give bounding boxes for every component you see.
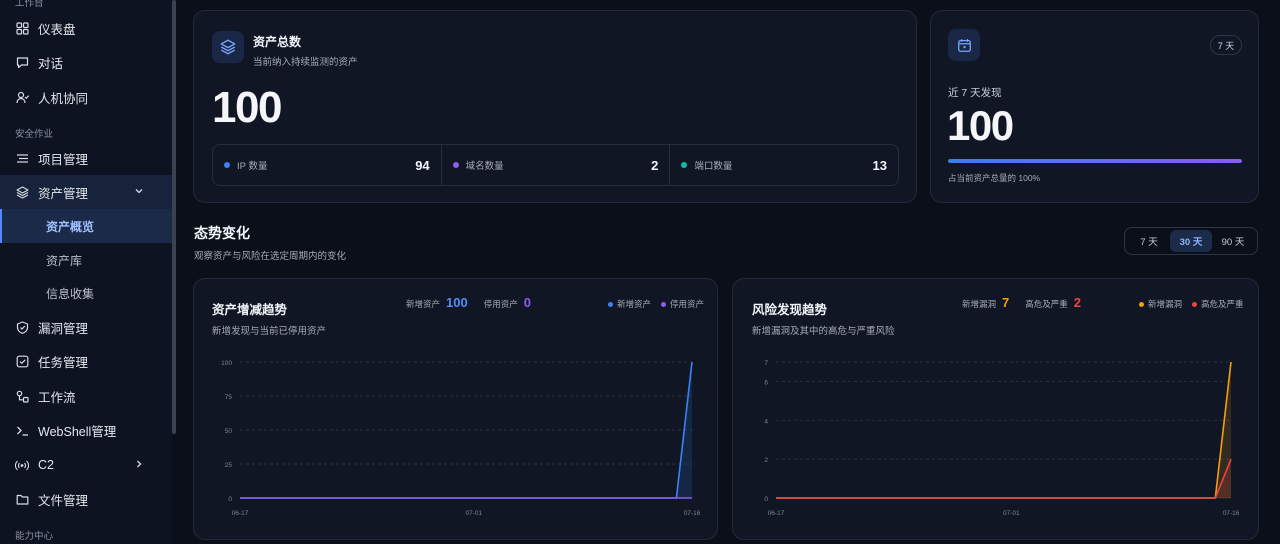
asset-trend-card: 资产增减趋势 新增发现与当前已停用资产 新增资产 100 停用资产 0 新增资产…: [193, 278, 718, 540]
y-tick-label: 0: [764, 496, 768, 503]
y-tick-label: 4: [764, 418, 768, 425]
y-tick-label: 75: [225, 394, 233, 401]
metric-value: 13: [872, 157, 888, 173]
x-tick-label: 06-17: [232, 510, 249, 517]
sidebar-item-label: 人机协同: [38, 91, 89, 106]
metric-dot: [452, 162, 459, 168]
range-7-days-button[interactable]: 7 天: [1128, 230, 1170, 252]
sidebar-item-workflow[interactable]: 工作流: [0, 379, 172, 413]
sidebar-item-label: 资产管理: [38, 186, 89, 201]
sidebar-item-webshell[interactable]: WebShell管理: [0, 413, 172, 447]
asset-trend-chart: 0 25 50 75 100 06-17 07-01 07-16: [221, 360, 701, 517]
series-area: [776, 362, 1231, 498]
sidebar-section-security: 安全作业: [15, 129, 54, 140]
x-tick-label: 06-17: [768, 510, 785, 517]
chat-bubble-icon: [15, 55, 29, 69]
recent-label: 近 7 天发现: [948, 87, 1002, 99]
folder-icon: [15, 492, 29, 506]
series-line: [776, 361, 1232, 499]
sidebar-item-assets[interactable]: 资产管理: [0, 175, 172, 209]
range-30-days-button[interactable]: 30 天: [1170, 230, 1212, 252]
sidebar-item-chat[interactable]: 对话: [0, 45, 172, 79]
period-badge: 7 天: [1210, 35, 1242, 55]
y-tick-label: 50: [225, 428, 233, 435]
recent-assets-card: 7 天 近 7 天发现 100 占当前资产总量的 100%: [930, 10, 1259, 203]
sidebar-subitem-asset-overview[interactable]: 资产概览: [0, 209, 172, 243]
sidebar-section-capability: 能力中心: [15, 531, 54, 542]
metric-value: 2: [651, 157, 659, 173]
total-assets-card: 资产总数 当前纳入持续监测的资产 100 IP 数量 94 域名数量 2 端口数…: [193, 10, 917, 203]
trend-section-subtitle: 观察资产与风险在选定周期内的变化: [194, 251, 347, 262]
sidebar-item-c2[interactable]: C2: [0, 448, 172, 482]
x-tick-label: 07-16: [684, 510, 701, 517]
y-tick-label: 100: [221, 360, 232, 367]
x-tick-label: 07-01: [1003, 510, 1020, 517]
dashboard-grid-icon: [15, 21, 29, 35]
card-subtitle: 当前纳入持续监测的资产: [253, 57, 358, 68]
metric-row: IP 数量 94 域名数量 2 端口数量 13: [212, 144, 899, 186]
sidebar-subitem-info-gather[interactable]: 信息收集: [0, 276, 172, 310]
broadcast-icon: [15, 458, 29, 472]
recent-progress-bar: [948, 159, 1242, 163]
sidebar-item-label: C2: [38, 458, 54, 472]
y-tick-label: 2: [764, 457, 768, 464]
sidebar-subitem-asset-library[interactable]: 资产库: [0, 243, 172, 277]
metric-ip: IP 数量 94: [213, 145, 442, 185]
range-selector: 7 天 30 天 90 天: [1124, 227, 1258, 255]
series-line: [776, 458, 1232, 499]
recent-value: 100: [947, 102, 1014, 149]
workflow-icon: [15, 389, 29, 403]
sidebar-item-label: WebShell管理: [38, 424, 117, 439]
metric-dot: [681, 162, 688, 168]
trend-section-title: 态势变化: [194, 225, 250, 241]
y-tick-label: 7: [764, 360, 768, 367]
sidebar-item-label: 漏洞管理: [38, 321, 89, 336]
chevron-down-icon: [134, 185, 144, 199]
metric-domain: 域名数量 2: [442, 145, 671, 185]
risk-trend-chart: 0 2 4 6 7 06-17 07-01 07-16: [764, 360, 1240, 517]
sidebar-item-projects[interactable]: 项目管理: [0, 141, 172, 175]
sidebar-item-label: 项目管理: [38, 152, 89, 167]
sidebar: 工作台 仪表盘 对话 人机协同 安全作业 项目管理 资产管理 资产概览 资产库 …: [0, 0, 172, 544]
risk-trend-card: 风险发现趋势 新增漏洞及其中的高危与严重风险 新增漏洞 7 高危及严重 2 新增…: [732, 278, 1259, 540]
sidebar-item-label: 文件管理: [38, 493, 89, 508]
sidebar-item-label: 工作流: [38, 390, 76, 405]
user-collab-icon: [15, 90, 29, 104]
metric-value: 94: [415, 157, 430, 173]
terminal-icon: [15, 423, 29, 437]
series-area: [776, 459, 1231, 498]
metric-label: 端口数量: [694, 161, 733, 172]
x-tick-label: 07-16: [1223, 510, 1240, 517]
metric-label: 域名数量: [465, 161, 504, 172]
calendar-icon: [948, 29, 980, 61]
checkbox-icon: [15, 354, 29, 368]
chevron-right-icon: [134, 458, 144, 472]
total-assets-value: 100: [212, 83, 282, 132]
metric-label: IP 数量: [237, 161, 268, 172]
sidebar-item-collab[interactable]: 人机协同: [0, 80, 172, 114]
range-90-days-button[interactable]: 90 天: [1212, 230, 1254, 252]
sidebar-item-tasks[interactable]: 任务管理: [0, 344, 172, 378]
metric-port: 端口数量 13: [670, 145, 898, 185]
metric-dot: [224, 162, 230, 168]
y-tick-label: 25: [225, 462, 233, 469]
sidebar-item-label: 仪表盘: [38, 22, 76, 37]
sidebar-item-files[interactable]: 文件管理: [0, 482, 172, 516]
sidebar-item-vulns[interactable]: 漏洞管理: [0, 310, 172, 344]
sidebar-section-workspace: 工作台: [15, 0, 44, 9]
recent-ratio-text: 占当前资产总量的 100%: [948, 173, 1041, 183]
sidebar-item-label: 任务管理: [38, 355, 89, 370]
layers-icon: [212, 31, 244, 63]
card-title: 资产总数: [253, 35, 302, 49]
layers-icon: [15, 185, 29, 199]
shield-icon: [15, 320, 29, 334]
recent-progress-fill: [948, 159, 1242, 163]
y-tick-label: 0: [228, 496, 232, 503]
sidebar-item-dashboard[interactable]: 仪表盘: [0, 11, 172, 45]
list-icon: [15, 151, 29, 165]
y-tick-label: 6: [764, 379, 768, 386]
x-tick-label: 07-01: [465, 510, 482, 517]
sidebar-item-label: 对话: [38, 56, 64, 71]
